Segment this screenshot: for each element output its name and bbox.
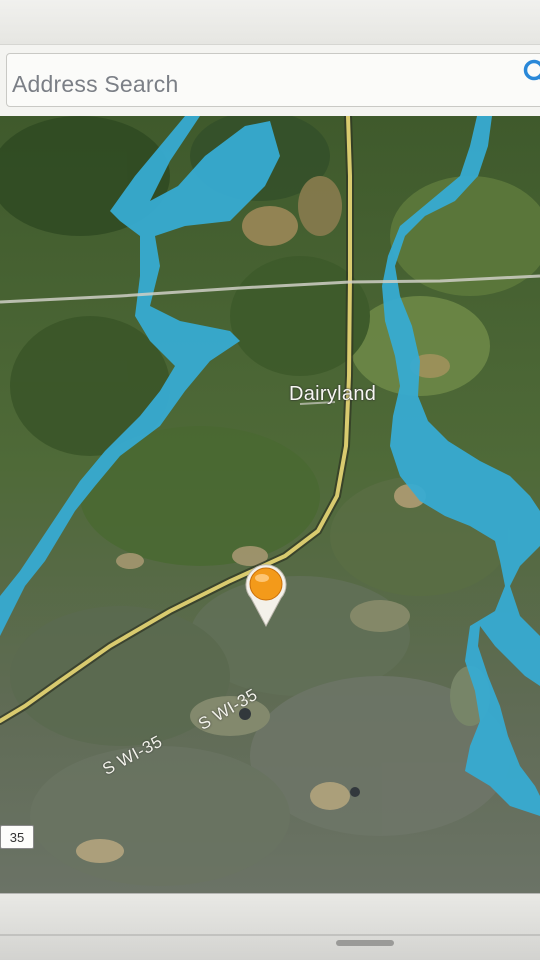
route-35-shield: 35 (0, 825, 34, 849)
map-view[interactable]: Dairyland S WI-35 S WI-35 35 (0, 116, 540, 893)
search-icon[interactable] (508, 57, 540, 89)
satellite-imagery (0, 116, 540, 893)
search-bar: Address Search (0, 44, 540, 118)
bottom-divider (0, 934, 540, 936)
browser-top-strip (0, 0, 540, 44)
bottom-toolbar (0, 893, 540, 960)
scroll-handle[interactable] (336, 940, 394, 946)
address-search-input[interactable]: Address Search (6, 53, 540, 107)
place-label-dairyland: Dairyland (289, 383, 377, 405)
location-pin-icon[interactable] (243, 562, 289, 628)
map-app-screen: Address Search Dairyland S WI-35 S WI-35… (0, 0, 540, 960)
search-placeholder: Address Search (12, 71, 179, 97)
